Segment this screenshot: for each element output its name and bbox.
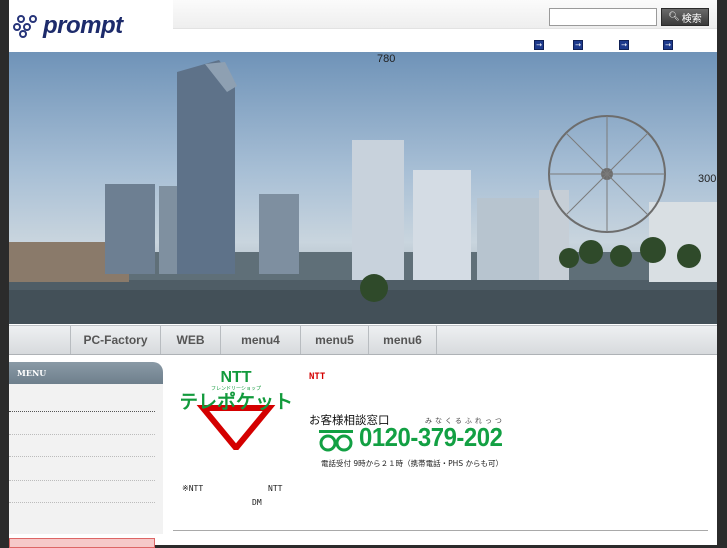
nav-item-menu4[interactable]: menu4	[221, 326, 301, 354]
menu-divider	[9, 434, 155, 435]
menu-divider	[9, 456, 155, 457]
intro-ntt: NTT	[268, 484, 283, 493]
search-input[interactable]	[549, 8, 657, 26]
menu-divider	[9, 411, 155, 412]
logo-ntt-text: NTT	[220, 369, 251, 386]
ntt-label: NTT	[309, 372, 326, 382]
menu-divider	[9, 480, 155, 481]
hero-banner: 780 300	[9, 52, 717, 324]
nav-item-pc-factory[interactable]: PC-Factory	[71, 326, 161, 354]
intro-dm: DM	[252, 498, 262, 507]
freedial-icon	[319, 430, 353, 452]
logo-mark-icon	[13, 13, 41, 39]
nav-item-web[interactable]: WEB	[161, 326, 221, 354]
sidebar-menu-list	[9, 384, 163, 534]
quick-link-2[interactable]: →	[573, 40, 583, 50]
quick-link-4[interactable]: →	[663, 40, 673, 50]
sidebar-menu-title: MENU	[9, 362, 163, 384]
hero-height-label: 300	[698, 173, 717, 185]
quick-link-3[interactable]: →	[619, 40, 629, 50]
phone-number: 0120-379-202	[359, 422, 503, 452]
site-logo[interactable]: prompt	[13, 10, 123, 42]
nav-blank	[9, 326, 71, 354]
main-nav: PC-Factory WEB menu4 menu5 menu6	[9, 325, 717, 355]
sidebar: MENU	[9, 362, 163, 548]
main-content: NTT フレンドリーショップ テレポケット NTT お客様相談窓口 みなくるふれ…	[173, 362, 708, 545]
site-header: prompt 🔍︎ 検索 → → → →	[9, 0, 717, 52]
phone-block[interactable]: みなくるふれっつ 0120-379-202	[319, 417, 529, 458]
intro-note: ※NTT	[182, 484, 204, 493]
nav-item-menu5[interactable]: menu5	[301, 326, 369, 354]
logo-text: prompt	[43, 12, 123, 39]
search-icon: 🔍︎	[668, 12, 680, 22]
cityscape-illustration	[9, 60, 717, 324]
quick-link-1[interactable]: →	[534, 40, 544, 50]
nav-item-menu6[interactable]: menu6	[369, 326, 437, 354]
phone-hours: 電話受付 9時から２１時（携帯電話・PHS からも可）	[321, 459, 503, 468]
ntt-telepocket-logo[interactable]: NTT フレンドリーショップ テレポケット	[181, 366, 291, 450]
content-divider	[173, 530, 708, 531]
search-button[interactable]: 🔍︎ 検索	[661, 8, 709, 26]
hero-width-label: 780	[377, 53, 396, 65]
sidebar-banner[interactable]	[9, 538, 155, 548]
logo-name-text: テレポケット	[181, 390, 291, 413]
menu-divider	[9, 502, 155, 503]
search-button-label: 検索	[681, 13, 702, 25]
